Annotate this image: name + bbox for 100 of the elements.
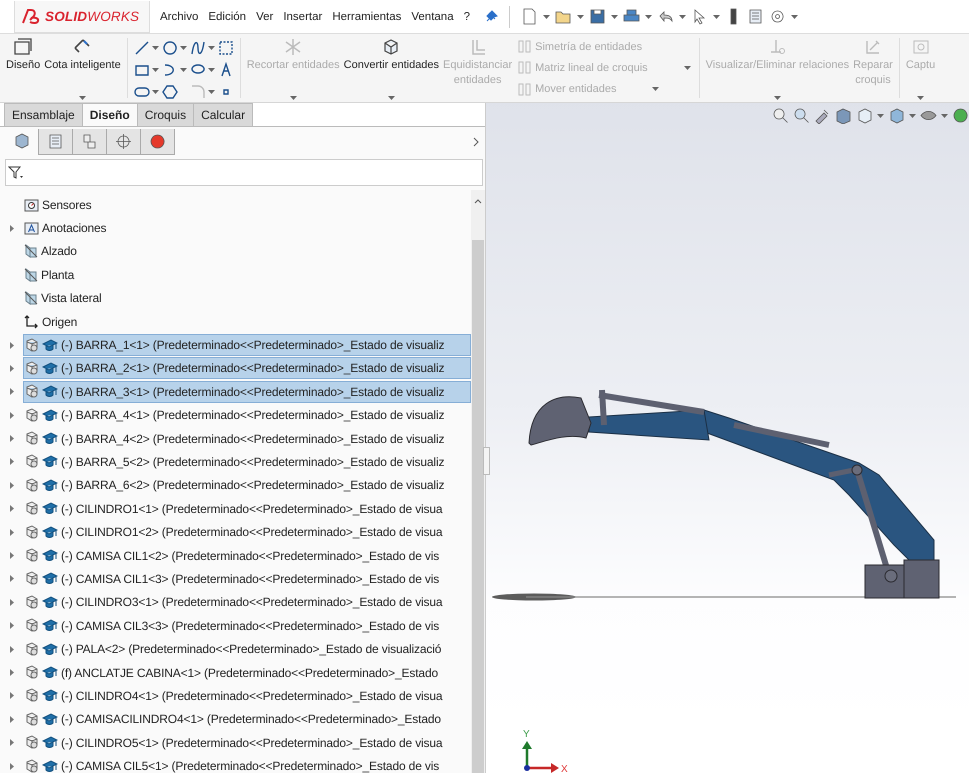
chevron-right-icon[interactable] bbox=[473, 137, 479, 147]
tree-item[interactable]: (-) CAMISA CIL1<3> (Predeterminado<<Predeterminado>_Estado de vis bbox=[23, 568, 471, 590]
tree-item[interactable]: Vista lateral bbox=[23, 287, 471, 310]
panel-tab[interactable]: Diseño bbox=[82, 103, 138, 126]
circle-icon[interactable] bbox=[162, 40, 178, 56]
caret-icon[interactable] bbox=[180, 46, 187, 50]
menu-item[interactable]: Ventana bbox=[407, 8, 458, 26]
menu-item[interactable]: Edición bbox=[204, 8, 250, 26]
expand-arrow-icon[interactable] bbox=[10, 598, 14, 606]
menu-item[interactable]: Ver bbox=[252, 8, 278, 26]
menu-item[interactable]: Herramientas bbox=[328, 8, 406, 26]
caret-icon[interactable] bbox=[152, 90, 159, 94]
list-icon[interactable] bbox=[747, 8, 764, 25]
settings-icon[interactable] bbox=[769, 8, 786, 25]
caret-icon[interactable] bbox=[180, 68, 187, 72]
configuration-icon[interactable] bbox=[81, 133, 98, 150]
expand-arrow-icon[interactable] bbox=[10, 622, 14, 630]
caret-icon[interactable] bbox=[679, 14, 686, 18]
caret-icon[interactable] bbox=[577, 14, 584, 18]
expand-arrow-icon[interactable] bbox=[10, 739, 14, 746]
tree-item[interactable]: (-) BARRA_1<1> (Predeterminado<<Predeterminado>_Estado de visualiz bbox=[23, 334, 471, 356]
expand-arrow-icon[interactable] bbox=[10, 528, 14, 536]
expand-arrow-icon[interactable] bbox=[10, 458, 14, 466]
construction-box-icon[interactable] bbox=[218, 40, 234, 56]
tree-item[interactable]: Sensores bbox=[23, 194, 471, 216]
caret-icon[interactable] bbox=[152, 46, 159, 50]
expand-arrow-icon[interactable] bbox=[10, 692, 14, 700]
property-list-icon[interactable] bbox=[47, 133, 64, 150]
caret-icon[interactable] bbox=[208, 68, 215, 72]
splitter-handle[interactable] bbox=[483, 447, 490, 475]
tree-item[interactable]: (-) PALA<2> (Predeterminado<<Predeterminado>_Estado de visualizació bbox=[23, 638, 471, 660]
scrollbar-thumb[interactable] bbox=[472, 240, 484, 773]
ribbon-button[interactable]: Diseño bbox=[4, 34, 42, 102]
caret-icon[interactable] bbox=[78, 96, 86, 100]
tree-item[interactable]: Planta bbox=[23, 264, 471, 286]
ribbon-button[interactable]: Convertir entidades bbox=[342, 34, 442, 102]
panel-tab[interactable]: Ensamblaje bbox=[4, 103, 83, 126]
caret-icon[interactable] bbox=[611, 14, 618, 18]
tree-item[interactable]: (-) CILINDRO4<1> (Predeterminado<<Predeterminado>_Estado de visua bbox=[23, 684, 471, 707]
panel-tab[interactable]: Calcular bbox=[193, 103, 254, 126]
tree-item[interactable]: (-) BARRA_2<1> (Predeterminado<<Predeterminado>_Estado de visualiz bbox=[23, 357, 471, 380]
caret-icon[interactable] bbox=[543, 14, 550, 18]
expand-arrow-icon[interactable] bbox=[10, 505, 14, 512]
tree-item[interactable]: (-) BARRA_4<1> (Predeterminado<<Predeterminado>_Estado de visualiz bbox=[23, 404, 471, 426]
menu-item[interactable]: ? bbox=[460, 8, 474, 26]
menu-item[interactable]: Insertar bbox=[279, 8, 326, 26]
ribbon-button[interactable]: Cota inteligente bbox=[42, 34, 123, 102]
caret-icon[interactable] bbox=[791, 14, 798, 18]
expand-arrow-icon[interactable] bbox=[10, 388, 14, 396]
panel-tab[interactable]: Croquis bbox=[136, 103, 194, 126]
menu-item[interactable]: Archivo bbox=[156, 8, 202, 26]
polygon-icon[interactable] bbox=[162, 84, 178, 100]
save-icon[interactable] bbox=[589, 8, 606, 25]
zoom-fit-icon[interactable] bbox=[772, 107, 789, 124]
tree-item[interactable]: (-) BARRA_6<2> (Predeterminado<<Predeterminado>_Estado de visualiz bbox=[23, 474, 471, 496]
tree-item[interactable]: (-) CAMISA CIL3<3> (Predeterminado<<Predeterminado>_Estado de vis bbox=[23, 614, 471, 637]
expand-arrow-icon[interactable] bbox=[10, 575, 14, 582]
expand-arrow-icon[interactable] bbox=[10, 435, 14, 442]
undo-icon[interactable] bbox=[657, 8, 674, 25]
expand-arrow-icon[interactable] bbox=[10, 669, 14, 676]
tree-item[interactable]: Origen bbox=[23, 310, 471, 333]
caret-icon[interactable] bbox=[208, 46, 215, 50]
expand-arrow-icon[interactable] bbox=[10, 482, 14, 489]
tree-item[interactable]: (-) CILINDRO3<1> (Predeterminado<<Predeterminado>_Estado de visua bbox=[23, 591, 471, 614]
tree-item[interactable]: (-) CILINDRO1<2> (Predeterminado<<Predeterminado>_Estado de visua bbox=[23, 521, 471, 544]
caret-icon[interactable] bbox=[941, 114, 948, 118]
caret-icon[interactable] bbox=[388, 96, 395, 100]
tree-item[interactable]: (-) BARRA_3<1> (Predeterminado<<Predeterminado>_Estado de visualiz bbox=[23, 380, 471, 403]
tree-item[interactable]: (-) BARRA_5<2> (Predeterminado<<Predeterminado>_Estado de visualiz bbox=[23, 450, 471, 473]
scroll-up-icon[interactable] bbox=[474, 198, 482, 204]
tree-item[interactable]: Anotaciones bbox=[23, 217, 471, 240]
caret-icon[interactable] bbox=[152, 68, 159, 72]
tree-item[interactable]: (-) CILINDRO5<1> (Predeterminado<<Predeterminado>_Estado de visua bbox=[23, 732, 471, 754]
tree-item[interactable]: (-) CAMISACILINDRO4<1> (Predeterminado<<Predeterminado>_Estado bbox=[23, 708, 471, 730]
tree-item[interactable]: (-) CAMISA CIL1<2> (Predeterminado<<Predeterminado>_Estado de vis bbox=[23, 544, 471, 567]
zoom-area-icon[interactable] bbox=[793, 107, 810, 124]
expand-arrow-icon[interactable] bbox=[10, 364, 14, 372]
filter-field[interactable] bbox=[5, 159, 483, 186]
caret-icon[interactable] bbox=[877, 114, 884, 118]
pin-icon[interactable] bbox=[484, 10, 498, 24]
tree-item[interactable]: (f) ANCLATJE CABINA<1> (Predeterminado<<Predeterminado>_Estado bbox=[23, 662, 471, 684]
tree-item[interactable]: Alzado bbox=[23, 240, 471, 262]
expand-arrow-icon[interactable] bbox=[10, 646, 14, 653]
new-document-icon[interactable] bbox=[521, 8, 538, 25]
expand-arrow-icon[interactable] bbox=[10, 224, 14, 232]
tree-item[interactable]: (-) BARRA_4<2> (Predeterminado<<Predeterminado>_Estado de visualiz bbox=[23, 428, 471, 450]
line-icon[interactable] bbox=[134, 40, 150, 56]
expand-arrow-icon[interactable] bbox=[10, 552, 14, 560]
expand-arrow-icon[interactable] bbox=[10, 762, 14, 770]
expand-arrow-icon[interactable] bbox=[10, 412, 14, 419]
expand-arrow-icon[interactable] bbox=[10, 716, 14, 723]
tree-item[interactable]: (-) CILINDRO1<1> (Predeterminado<<Predeterminado>_Estado de visua bbox=[23, 498, 471, 520]
caret-icon[interactable] bbox=[645, 14, 652, 18]
spline-icon[interactable] bbox=[190, 40, 206, 56]
tree-item[interactable]: (-) CAMISA CIL5<1> (Predeterminado<<Predeterminado>_Estado de vis bbox=[23, 755, 471, 773]
caret-icon[interactable] bbox=[713, 14, 720, 18]
crosshair-icon[interactable] bbox=[115, 133, 132, 150]
expand-arrow-icon[interactable] bbox=[10, 342, 14, 349]
caret-icon[interactable] bbox=[909, 114, 916, 118]
caret-icon[interactable] bbox=[208, 90, 215, 94]
